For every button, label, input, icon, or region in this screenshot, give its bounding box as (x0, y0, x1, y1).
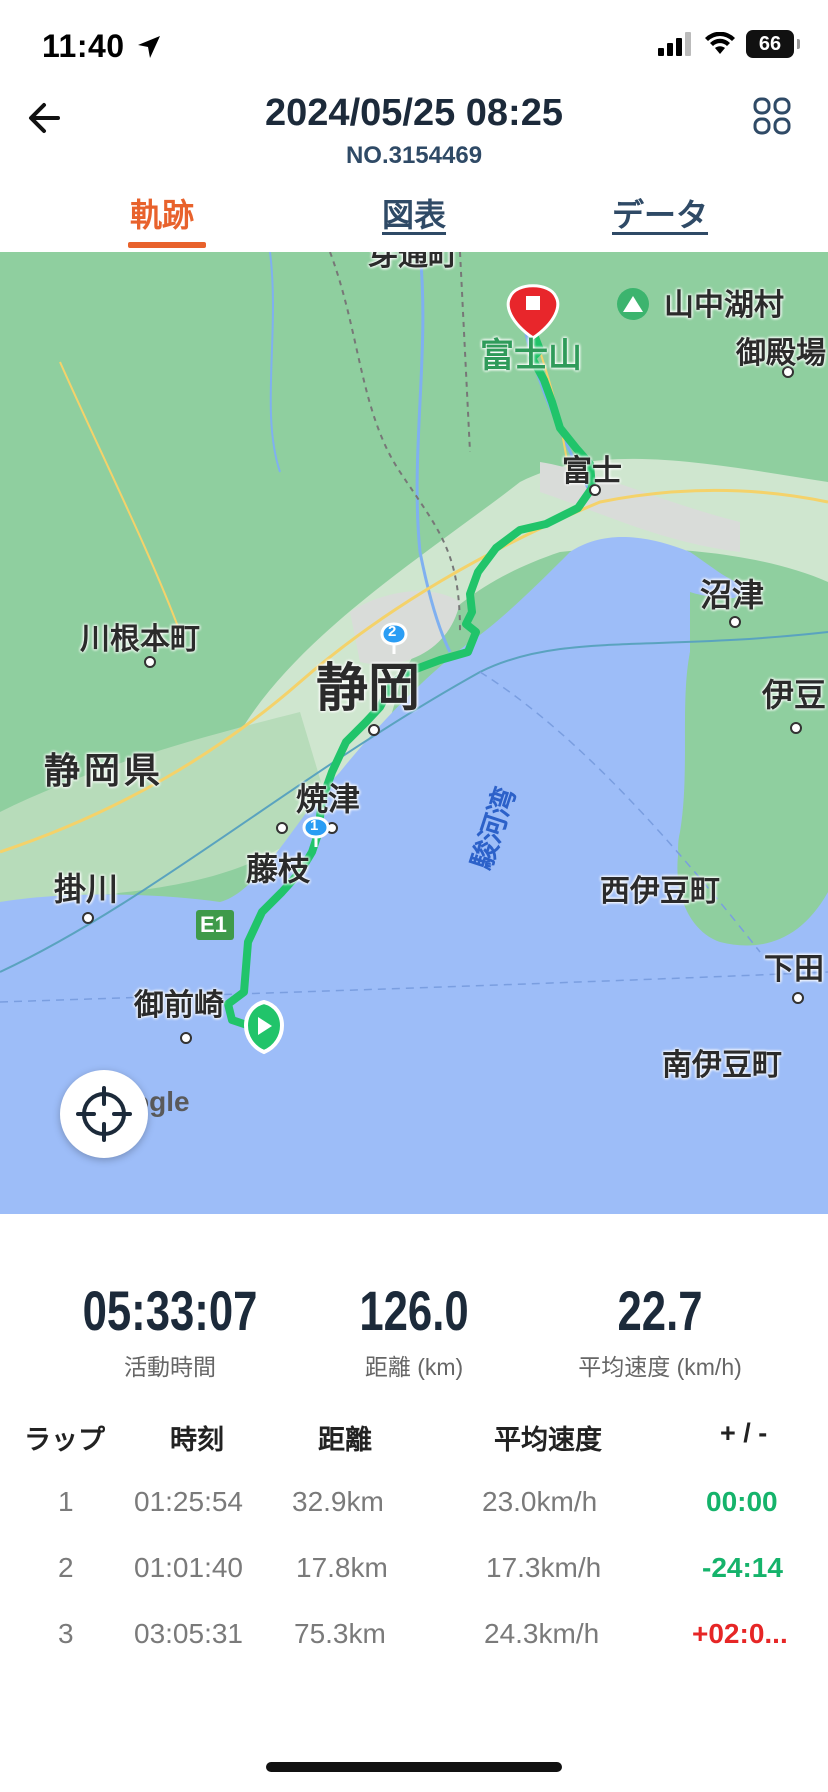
map-label-nishiizu: 西伊豆町 (600, 875, 720, 908)
map-label-kakegawa: 掛川 (54, 871, 119, 907)
lap-row-2-lap: 2 (58, 1552, 74, 1583)
map-label-fuji: 富士 (562, 455, 622, 488)
status-time: 11:40 (42, 28, 125, 64)
page-title: 2024/05/25 08:25 (265, 92, 563, 134)
map-label-fujieda: 藤枝 (246, 851, 311, 887)
status-icons: 66 (658, 30, 800, 58)
lap-row-2-diff: -24:14 (702, 1552, 783, 1583)
tab-data[interactable]: データ (612, 190, 708, 236)
activity-number: NO.3154469 (345, 142, 483, 169)
lap-row-2-distance: 17.8km (296, 1552, 388, 1583)
lap-row-3-distance: 75.3km (294, 1618, 386, 1649)
expressway-badge: E1 (200, 912, 227, 937)
grid-menu-icon[interactable] (752, 96, 792, 136)
stat-distance-label: 距離 (km) (364, 1354, 464, 1380)
map-label-top-town: 芽通町 (368, 252, 458, 272)
map-label-shimoda: 下田 (764, 953, 824, 986)
laps-header-distance: 距離 (318, 1425, 372, 1455)
map-label-shizuoka-pref: 静岡県 (44, 750, 165, 791)
map-label-kawanehon: 川根本町 (80, 623, 200, 656)
crosshair-icon (76, 1086, 132, 1142)
home-indicator[interactable] (266, 1762, 562, 1772)
lap-row-2-time: 01:01:40 (134, 1552, 243, 1583)
laps-header-diff: + / - (720, 1418, 768, 1448)
stat-duration-value: 05:33:07 (82, 1279, 258, 1342)
lap-marker-2[interactable]: 2 (388, 623, 396, 640)
lap-row-1-lap: 1 (58, 1486, 74, 1517)
stat-speed-value: 22.7 (617, 1279, 703, 1342)
map-label-yamanakako: 山中湖村 (664, 289, 784, 322)
laps-header-speed: 平均速度 (494, 1425, 602, 1455)
lap-row-3-diff: +02:0... (692, 1618, 788, 1649)
lap-row-3-time: 03:05:31 (134, 1618, 243, 1649)
lap-row-1-diff: 00:00 (706, 1486, 778, 1517)
map-label-numazu: 沼津 (700, 577, 765, 613)
lap-marker-1[interactable]: 1 (310, 817, 318, 834)
lap-row-1-time: 01:25:54 (134, 1486, 243, 1517)
lap-row-1-distance: 32.9km (292, 1486, 384, 1517)
recenter-button[interactable] (60, 1070, 148, 1158)
signal-icon (658, 32, 691, 56)
map-label-izu: 伊豆 (762, 677, 827, 713)
battery-indicator: 66 (746, 30, 800, 58)
lap-row-2-speed: 17.3km/h (486, 1552, 602, 1583)
location-arrow-icon (138, 36, 160, 58)
map-label-gotemba: 御殿場 (736, 337, 826, 370)
tab-track[interactable]: 軌跡 (130, 190, 194, 236)
map-label-omaezaki: 御前崎 (134, 989, 224, 1022)
lap-row-1-speed: 23.0km/h (482, 1486, 598, 1517)
wifi-icon (705, 32, 735, 54)
laps-header-lap: ラップ (24, 1425, 105, 1455)
laps-header-time: 時刻 (170, 1425, 224, 1455)
map-label-yaizu: 焼津 (296, 781, 361, 817)
route-map[interactable]: 芽通町 山中湖村 富士山 御殿場 富士 沼津 川根本町 静岡 伊豆 静岡県 焼津… (0, 252, 828, 1214)
lap-row-3-lap: 3 (58, 1618, 74, 1649)
map-label-shizuoka: 静岡 (316, 660, 421, 718)
lap-row-3-speed: 24.3km/h (484, 1618, 600, 1649)
map-label-fujisan: 富士山 (480, 337, 582, 375)
map-label-minamiizu: 南伊豆町 (662, 1049, 782, 1082)
stat-distance-value: 126.0 (359, 1279, 469, 1342)
stat-speed-label: 平均速度 (km/h) (578, 1354, 742, 1380)
active-tab-indicator (128, 242, 206, 248)
tab-chart[interactable]: 図表 (382, 190, 446, 236)
stat-duration-label: 活動時間 (124, 1354, 216, 1380)
